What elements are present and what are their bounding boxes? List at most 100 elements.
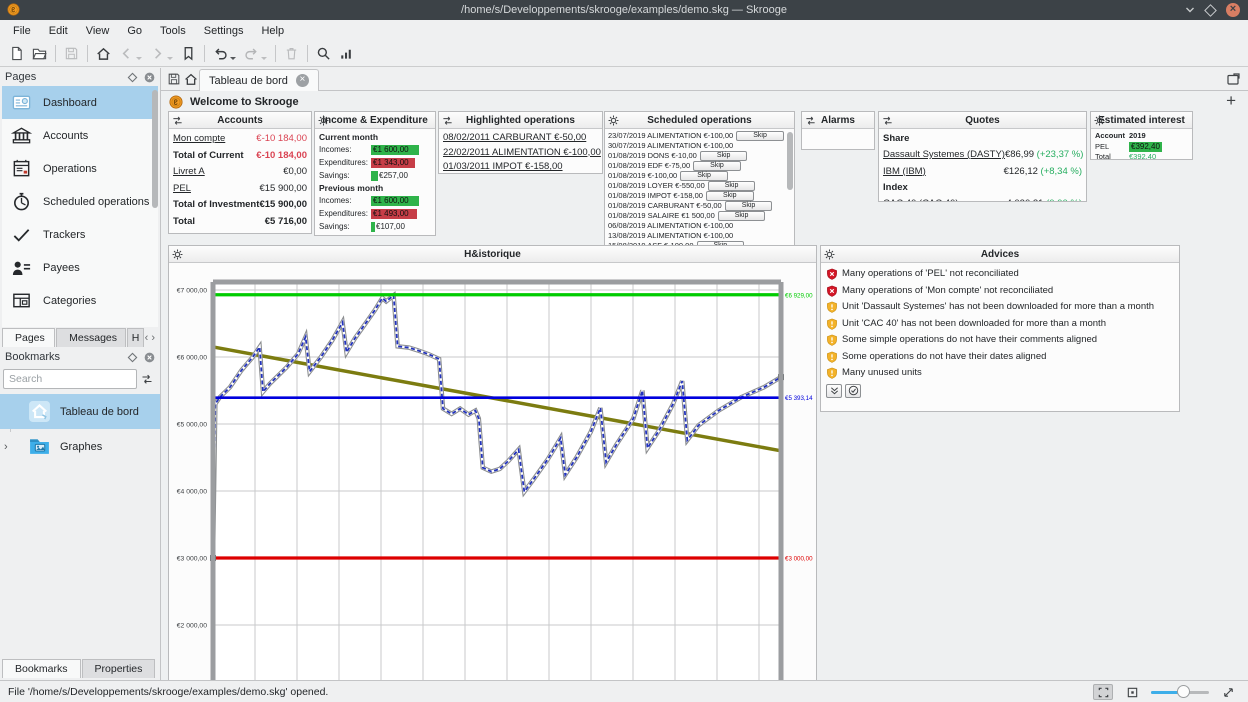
sidebar-item-payees[interactable]: Payees bbox=[2, 251, 158, 284]
maximize-icon[interactable] bbox=[1204, 4, 1217, 17]
highlighted-operation-link[interactable]: 22/02/2011 ALIMENTATION €-100,00 bbox=[443, 146, 598, 161]
menu-settings[interactable]: Settings bbox=[195, 22, 253, 40]
income-expenditure-row: Incomes:€1 600,00 bbox=[319, 194, 431, 207]
dropdown-caret-icon[interactable] bbox=[230, 57, 236, 60]
report-button[interactable] bbox=[335, 43, 358, 65]
quote-link[interactable]: IBM (IBM) bbox=[883, 164, 926, 181]
save-page-icon[interactable] bbox=[167, 72, 181, 86]
menu-tools[interactable]: Tools bbox=[151, 22, 195, 40]
detach-tab-icon[interactable] bbox=[1226, 72, 1240, 86]
add-widget-button[interactable]: + bbox=[1226, 91, 1236, 111]
zoom-original-button[interactable] bbox=[1122, 684, 1142, 700]
quote-percent: (+23,37 %) bbox=[1037, 149, 1084, 160]
sidebar-item-scheduled-operations[interactable]: Scheduled operations bbox=[2, 185, 158, 218]
close-tab-icon[interactable]: × bbox=[296, 74, 309, 87]
filter-icon[interactable] bbox=[141, 373, 153, 385]
open-folder-icon bbox=[32, 46, 47, 61]
widget-body: Account2019PEL€392,40Total€392,40 bbox=[1091, 129, 1192, 160]
sidebar-item-trackers[interactable]: Trackers bbox=[2, 218, 158, 251]
go-back-icon bbox=[119, 46, 134, 61]
skip-button[interactable]: Skip bbox=[706, 191, 754, 201]
sidebar-item-dashboard[interactable]: Dashboard bbox=[2, 86, 158, 119]
zoom-fit-button[interactable] bbox=[1093, 684, 1113, 700]
minimize-icon[interactable] bbox=[1185, 5, 1195, 15]
skip-button[interactable]: Skip bbox=[736, 131, 784, 141]
account-balance: €-10 184,00 bbox=[256, 148, 307, 165]
menu-edit[interactable]: Edit bbox=[40, 22, 77, 40]
bookmark-search-input[interactable] bbox=[3, 369, 137, 389]
menu-view[interactable]: View bbox=[77, 22, 119, 40]
open-folder-button[interactable] bbox=[28, 43, 51, 65]
income-expenditure-row: Incomes:€1 600,00 bbox=[319, 143, 431, 156]
close-panel-icon[interactable] bbox=[144, 72, 155, 83]
advice-item[interactable]: Unit 'Dassault Systemes' has not been do… bbox=[826, 299, 1174, 316]
close-panel-icon[interactable] bbox=[144, 352, 155, 363]
advice-item[interactable]: Many unused units bbox=[826, 365, 1174, 382]
pages-scrollbar[interactable] bbox=[152, 90, 158, 208]
tab-tableau-de-bord[interactable]: Tableau de bord × bbox=[199, 69, 319, 91]
tab-bookmarks[interactable]: Bookmarks bbox=[2, 659, 81, 678]
advice-item[interactable]: Many operations of 'Mon compte' not reco… bbox=[826, 283, 1174, 300]
sidebar-item-operations[interactable]: Operations bbox=[2, 152, 158, 185]
menu-help[interactable]: Help bbox=[252, 22, 293, 40]
zoom-slider-handle[interactable] bbox=[1177, 685, 1190, 698]
account-link[interactable]: PEL bbox=[173, 181, 191, 198]
advice-item[interactable]: Unit 'CAC 40' has not been downloaded fo… bbox=[826, 316, 1174, 333]
advice-item[interactable]: Many operations of 'PEL' not reconciliat… bbox=[826, 266, 1174, 283]
new-document-button[interactable] bbox=[5, 43, 28, 65]
menu-file[interactable]: File bbox=[4, 22, 40, 40]
sidebar-item-accounts[interactable]: Accounts bbox=[2, 119, 158, 152]
skip-button[interactable]: Skip bbox=[680, 171, 728, 181]
scheduled-scrollbar[interactable] bbox=[787, 132, 793, 190]
account-link[interactable]: Mon compte bbox=[173, 131, 225, 148]
bookmark-button[interactable] bbox=[177, 43, 200, 65]
search-button[interactable] bbox=[312, 43, 335, 65]
gear-icon bbox=[172, 249, 183, 260]
dashboard: Welcome to Skrooge + AccountsMon compte€… bbox=[161, 91, 1248, 680]
tab-messages[interactable]: Messages bbox=[56, 328, 126, 347]
sidebar-item-categories[interactable]: Categories bbox=[2, 284, 158, 317]
check-icon bbox=[11, 224, 32, 245]
bookmark-item-graphes[interactable]: ›Graphes bbox=[0, 429, 160, 464]
account-row: PEL€15 900,00 bbox=[173, 181, 307, 198]
dismiss-all-button[interactable] bbox=[826, 384, 842, 398]
home-page-icon[interactable] bbox=[184, 72, 198, 86]
close-window-icon[interactable]: × bbox=[1226, 3, 1240, 17]
interest-value: €392,40 bbox=[1129, 142, 1162, 153]
highlighted-operation-link[interactable]: 01/03/2011 IMPOT €-158,00 bbox=[443, 160, 598, 174]
scheduled-operation-row: 01/08/2019 LOYER €-550,00Skip bbox=[608, 181, 784, 191]
historique-widget: H&istorique€7 000,00€6 000,00€5 000,00€4… bbox=[168, 245, 817, 680]
scheduled-operation-text: 01/08/2019 CARBURANT €-50,00 bbox=[608, 201, 722, 211]
tab-scroll-arrows[interactable]: ‹› bbox=[145, 332, 160, 347]
sidebar-item-label: Payees bbox=[43, 262, 80, 274]
tab-properties[interactable]: Properties bbox=[82, 659, 156, 678]
bookmark-item-tableau-de-bord[interactable]: Tableau de bord bbox=[0, 394, 160, 429]
menu-go[interactable]: Go bbox=[118, 22, 151, 40]
advice-item[interactable]: Some operations do not have their dates … bbox=[826, 349, 1174, 366]
zoom-slider[interactable] bbox=[1151, 684, 1209, 700]
expand-icon[interactable] bbox=[1218, 684, 1238, 700]
quote-link[interactable]: CAC 40 (CAC 40) bbox=[883, 196, 959, 202]
scheduled-operation-row: 01/08/2019 DONS €-10,00Skip bbox=[608, 151, 784, 161]
tab-pages[interactable]: Pages bbox=[2, 328, 55, 347]
highlighted-operation-link[interactable]: 08/02/2011 CARBURANT €-50,00 bbox=[443, 131, 598, 146]
skip-button[interactable]: Skip bbox=[700, 151, 748, 161]
gear-icon bbox=[318, 115, 329, 126]
quote-link[interactable]: Dassault Systemes (DASTY) bbox=[883, 147, 1005, 164]
expander-icon[interactable]: › bbox=[4, 441, 8, 453]
skip-button[interactable]: Skip bbox=[718, 211, 766, 221]
skip-button[interactable]: Skip bbox=[725, 201, 773, 211]
undo-button[interactable] bbox=[209, 43, 240, 65]
advice-item[interactable]: Some simple operations do not have their… bbox=[826, 332, 1174, 349]
skip-button[interactable]: Skip bbox=[693, 161, 741, 171]
float-panel-icon[interactable] bbox=[127, 72, 138, 83]
skip-button[interactable]: Skip bbox=[708, 181, 756, 191]
account-link[interactable]: Livret A bbox=[173, 164, 205, 181]
scheduled-operation-row: 06/08/2019 ALIMENTATION €-100,00 bbox=[608, 221, 784, 231]
home-button[interactable] bbox=[92, 43, 115, 65]
float-panel-icon[interactable] bbox=[127, 352, 138, 363]
column-year: 2019 bbox=[1129, 131, 1146, 142]
go-forward-icon bbox=[150, 46, 165, 61]
apply-advice-button[interactable] bbox=[845, 384, 861, 398]
tab-history[interactable]: H bbox=[127, 328, 144, 347]
